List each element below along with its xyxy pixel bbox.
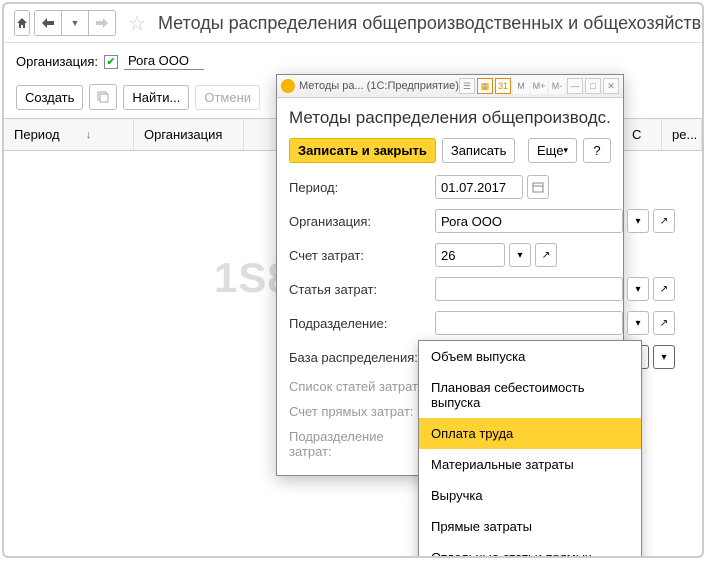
- dd-item-4[interactable]: Выручка: [419, 480, 641, 511]
- dd-item-5[interactable]: Прямые затраты: [419, 511, 641, 542]
- tb-mplus[interactable]: M+: [531, 78, 547, 94]
- org-filter-checkbox[interactable]: ✔: [104, 55, 118, 69]
- article-input[interactable]: [435, 277, 623, 301]
- app-icon: [281, 79, 295, 93]
- base-label: База распределения:: [289, 350, 429, 365]
- help-button[interactable]: ?: [583, 138, 611, 163]
- dialog-titlebar[interactable]: Методы ра... (1С:Предприятие) ☰ ▦ 31 M M…: [277, 75, 623, 98]
- col-org[interactable]: Организация: [134, 119, 244, 150]
- period-label: Период:: [289, 180, 429, 195]
- dd-item-0[interactable]: Объем выпуска: [419, 341, 641, 372]
- tb-mminus[interactable]: M-: [549, 78, 565, 94]
- calendar-icon: [532, 181, 544, 193]
- tb-calc-icon[interactable]: ▦: [477, 78, 493, 94]
- create-button[interactable]: Создать: [16, 85, 83, 110]
- dialog-title: Методы ра... (1С:Предприятие): [299, 80, 459, 92]
- article-open[interactable]: ↗: [653, 277, 675, 301]
- favorite-icon[interactable]: ☆: [128, 11, 146, 36]
- base-dropdown: Объем выпуска Плановая себестоимость вып…: [418, 340, 642, 558]
- account-open[interactable]: ↗: [535, 243, 557, 267]
- arrow-right-icon: [96, 18, 108, 28]
- dialog-heading: Методы распределения общепроизводс...: [289, 108, 611, 128]
- save-close-button[interactable]: Записать и закрыть: [289, 138, 436, 163]
- sort-asc-icon: ↓: [86, 129, 92, 141]
- account-dd[interactable]: ▾: [509, 243, 531, 267]
- tb-close-icon[interactable]: ✕: [603, 78, 619, 94]
- copy-icon: [96, 90, 110, 104]
- home-button[interactable]: [14, 10, 30, 36]
- cancel-search-button[interactable]: Отмени: [195, 85, 260, 110]
- arrow-left-icon: [42, 18, 54, 28]
- back-dropdown[interactable]: ▼: [61, 10, 89, 36]
- calendar-button[interactable]: [527, 175, 549, 199]
- page-title: Методы распределения общепроизводственны…: [158, 13, 704, 34]
- home-icon: [15, 16, 29, 30]
- copy-button[interactable]: [89, 84, 117, 110]
- account-input[interactable]: [435, 243, 505, 267]
- org-filter-label: Организация:: [16, 54, 98, 69]
- org-filter-value[interactable]: Рога ООО: [124, 53, 204, 70]
- col-c[interactable]: С: [622, 119, 662, 150]
- org-dd[interactable]: ▾: [627, 209, 649, 233]
- unit-dd[interactable]: ▾: [627, 311, 649, 335]
- unit-open[interactable]: ↗: [653, 311, 675, 335]
- dd-item-3[interactable]: Материальные затраты: [419, 449, 641, 480]
- save-button[interactable]: Записать: [442, 138, 516, 163]
- unit-input[interactable]: [435, 311, 623, 335]
- tb-min-icon[interactable]: —: [567, 78, 583, 94]
- org-input[interactable]: [435, 209, 623, 233]
- tb-cal-icon[interactable]: 31: [495, 78, 511, 94]
- nav-group: ▼: [34, 10, 116, 36]
- dd-item-1[interactable]: Плановая себестоимость выпуска: [419, 372, 641, 418]
- more-button[interactable]: Еще ▾: [528, 138, 577, 163]
- dd-item-6[interactable]: Отдельные статьи прямых затрат: [419, 542, 641, 558]
- org-label: Организация:: [289, 214, 429, 229]
- dd-item-2[interactable]: Оплата труда: [419, 418, 641, 449]
- unit2-label: Подразделение затрат:: [289, 429, 429, 459]
- account-label: Счет затрат:: [289, 248, 429, 263]
- find-button[interactable]: Найти...: [123, 85, 189, 110]
- tb-1[interactable]: ☰: [459, 78, 475, 94]
- article-dd[interactable]: ▾: [627, 277, 649, 301]
- article-label: Статья затрат:: [289, 282, 429, 297]
- forward-button[interactable]: [88, 10, 116, 36]
- tb-max-icon[interactable]: □: [585, 78, 601, 94]
- period-input[interactable]: [435, 175, 523, 199]
- col-period[interactable]: Период ↓: [4, 119, 134, 150]
- back-button[interactable]: [34, 10, 62, 36]
- direct-label: Счет прямых затрат:: [289, 404, 429, 419]
- base-dd[interactable]: ▾: [653, 345, 675, 369]
- col-re[interactable]: ре...: [662, 119, 702, 150]
- unit-label: Подразделение:: [289, 316, 429, 331]
- list-label: Список статей затрат:: [289, 379, 429, 394]
- tb-m[interactable]: M: [513, 78, 529, 94]
- org-open[interactable]: ↗: [653, 209, 675, 233]
